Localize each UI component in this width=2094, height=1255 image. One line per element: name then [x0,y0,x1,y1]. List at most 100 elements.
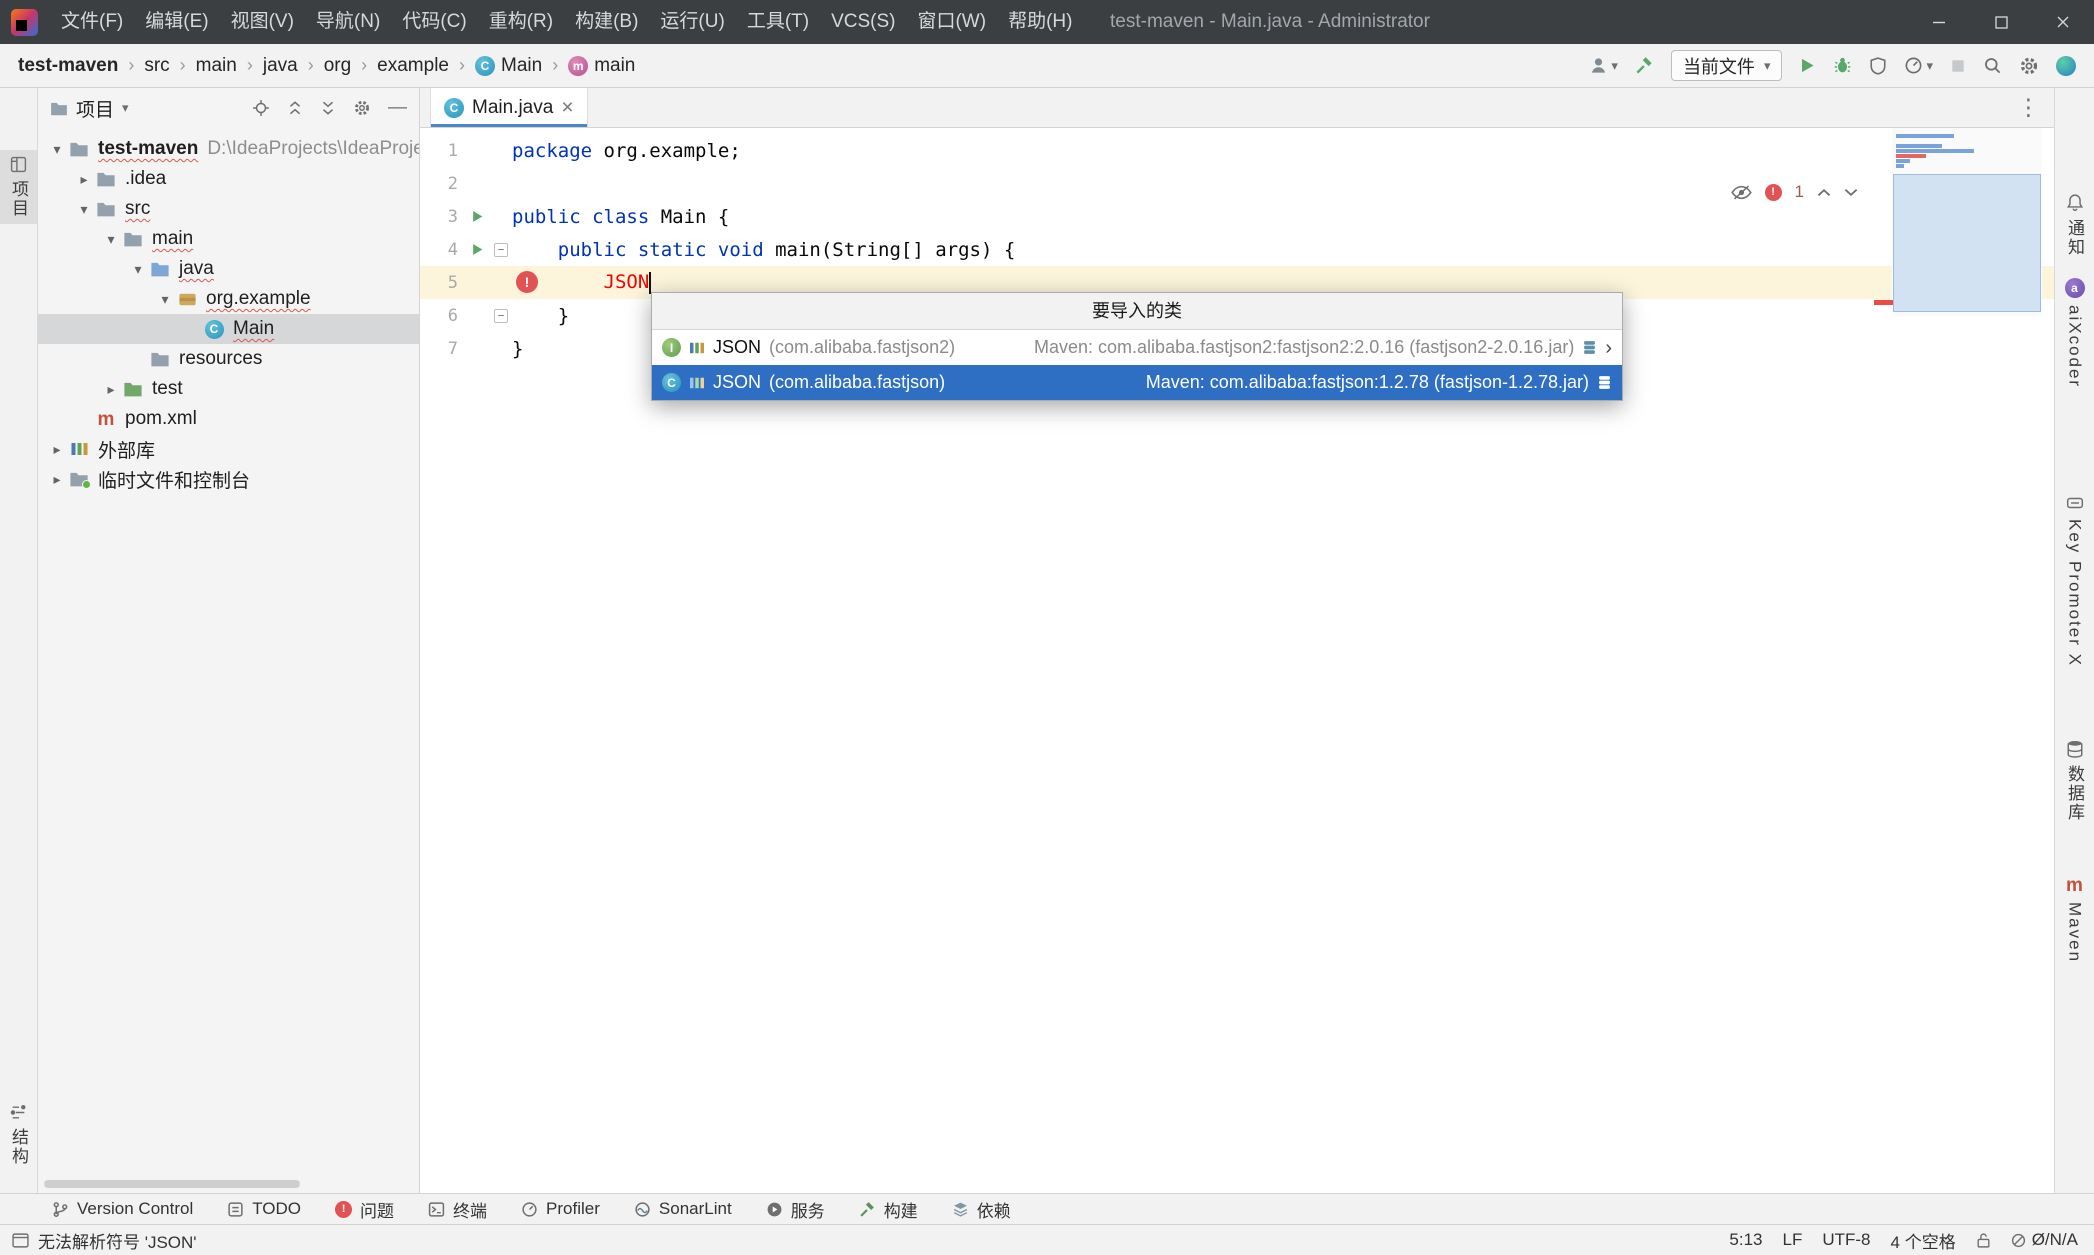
lock-icon[interactable] [1976,1232,1991,1249]
tree-item-idea[interactable]: ▸ .idea [38,164,419,194]
tree-item-java[interactable]: ▾ java [38,254,419,284]
fold-marker-icon[interactable]: − [494,309,508,323]
error-indicator-icon[interactable]: ! [1765,184,1782,201]
indent-indicator[interactable]: 4 个空格 [1891,1228,1956,1253]
tree-item-main-class[interactable]: C Main [38,314,419,344]
menu-file[interactable]: 文件(F) [50,0,134,44]
breadcrumb-item-src[interactable]: src [144,55,169,77]
minimap[interactable] [1892,128,2042,316]
breadcrumb-item-project[interactable]: test-maven [18,55,118,77]
chevron-down-icon[interactable]: ▾ [127,261,149,278]
menu-tools[interactable]: 工具(T) [736,0,820,44]
tab-overflow-menu-icon[interactable]: ⋮ [2017,94,2040,121]
code-line-1[interactable]: 1 package org.example; [420,134,2054,167]
menu-help[interactable]: 帮助(H) [997,0,1083,44]
tool-button-key-promoter[interactable]: Key Promoter X [2055,488,2094,673]
tool-button-structure[interactable]: 结构 [0,1098,37,1172]
line-number[interactable]: 1 [420,141,464,161]
locate-file-button[interactable] [252,99,270,117]
hide-panel-button[interactable]: — [388,97,407,119]
caret-position[interactable]: 5:13 [1729,1230,1762,1250]
tool-button-project[interactable]: 项目 [0,150,37,224]
collapse-all-button[interactable] [320,100,336,116]
error-bulb-icon[interactable]: ! [516,271,538,293]
menu-view[interactable]: 视图(V) [220,0,305,44]
chevron-right-icon[interactable]: ▸ [46,441,68,458]
breadcrumb-item-main-class[interactable]: C Main [475,55,542,77]
close-button[interactable] [2032,0,2094,44]
tree-item-scratches[interactable]: ▸ 临时文件和控制台 [38,464,419,494]
tree-item-external-libraries[interactable]: ▸ 外部库 [38,434,419,464]
tree-item-org-example[interactable]: ▾ org.example [38,284,419,314]
build-project-button[interactable] [1635,56,1654,75]
close-tab-icon[interactable]: × [561,97,573,118]
chevron-down-icon[interactable]: ▾ [73,201,95,218]
tool-button-terminal[interactable]: 终端 [428,1197,487,1222]
tool-button-maven[interactable]: m Maven [2055,870,2094,969]
tree-item-main-dir[interactable]: ▾ main [38,224,419,254]
breadcrumb-item-java[interactable]: java [263,55,298,77]
chevron-down-icon[interactable]: ▾ [46,141,68,158]
tool-button-database[interactable]: 数据库 [2055,734,2094,828]
run-button[interactable] [1799,57,1816,74]
breadcrumb-item-org[interactable]: org [324,55,351,77]
menu-build[interactable]: 构建(B) [564,0,649,44]
tool-button-todo[interactable]: TODO [227,1199,301,1219]
run-with-coverage-button[interactable] [1869,57,1887,75]
line-number[interactable]: 6 [420,306,464,326]
menu-navigate[interactable]: 导航(N) [305,0,391,44]
breadcrumb-item-main-method[interactable]: m main [568,55,635,77]
tree-item-test[interactable]: ▸ test [38,374,419,404]
settings-gear-icon[interactable] [353,99,371,117]
status-panel-icon[interactable] [12,1233,29,1248]
breadcrumb-item-main-dir[interactable]: main [196,55,237,77]
tool-button-services[interactable]: 服务 [766,1197,825,1222]
chevron-right-icon[interactable]: ▸ [46,471,68,488]
tree-item-pom-xml[interactable]: m pom.xml [38,404,419,434]
line-separator-indicator[interactable]: LF [1783,1230,1803,1250]
line-number[interactable]: 4 [420,240,464,260]
menu-code[interactable]: 代码(C) [391,0,477,44]
highlighting-level-icon[interactable] [1731,185,1752,200]
horizontal-scrollbar[interactable] [44,1180,300,1188]
user-account-button[interactable]: ▾ [1589,56,1618,75]
tool-button-notifications[interactable]: 通知 [2055,188,2094,263]
aixcoder-status[interactable]: Ø/N/A [2011,1230,2078,1250]
tool-button-profiler[interactable]: Profiler [521,1199,600,1219]
settings-gear-button[interactable] [2019,56,2039,76]
run-method-gutter-icon[interactable] [464,243,490,256]
line-number[interactable]: 7 [420,339,464,359]
line-number[interactable]: 2 [420,174,464,194]
chevron-right-icon[interactable]: ▸ [100,381,122,398]
profiler-button[interactable]: ▾ [1904,56,1933,75]
chevron-down-icon[interactable]: ▾ [154,291,176,308]
tool-button-dependencies[interactable]: 依赖 [952,1197,1011,1222]
maximize-button[interactable] [1970,0,2032,44]
project-view-selector[interactable]: 项目 ▾ [50,95,129,122]
chevron-down-icon[interactable]: ▾ [100,231,122,248]
expand-all-button[interactable] [287,100,303,116]
error-stripe-mark[interactable] [1874,300,1893,305]
breadcrumb-item-example[interactable]: example [377,55,449,77]
tree-item-src[interactable]: ▾ src [38,194,419,224]
code-line-4[interactable]: 4 − public static void main(String[] arg… [420,233,2054,266]
minimap-viewport[interactable] [1893,174,2041,312]
editor-tab-main-java[interactable]: C Main.java × [430,88,588,127]
chevron-right-icon[interactable]: ▸ [73,171,95,188]
menu-edit[interactable]: 编辑(E) [134,0,219,44]
menu-run[interactable]: 运行(U) [649,0,735,44]
menu-window[interactable]: 窗口(W) [906,0,997,44]
import-option-fastjson[interactable]: C JSON (com.alibaba.fastjson) Maven: com… [652,365,1622,400]
encoding-indicator[interactable]: UTF-8 [1822,1230,1870,1250]
code-line-3[interactable]: 3 public class Main { [420,200,2054,233]
editor-body[interactable]: 1 package org.example; 2 3 public class … [420,128,2054,1193]
search-everywhere-button[interactable] [1983,56,2002,75]
tool-button-build[interactable]: 构建 [859,1197,918,1222]
previous-error-icon[interactable] [1817,188,1831,197]
plugin-status-icon[interactable] [2056,56,2076,76]
menu-vcs[interactable]: VCS(S) [820,0,906,44]
fold-marker-icon[interactable]: − [494,243,508,257]
tree-item-test-maven[interactable]: ▾ test-maven D:\IdeaProjects\IdeaProje [38,134,419,164]
tool-button-sonarlint[interactable]: SonarLint [634,1199,732,1219]
next-error-icon[interactable] [1844,188,1858,197]
